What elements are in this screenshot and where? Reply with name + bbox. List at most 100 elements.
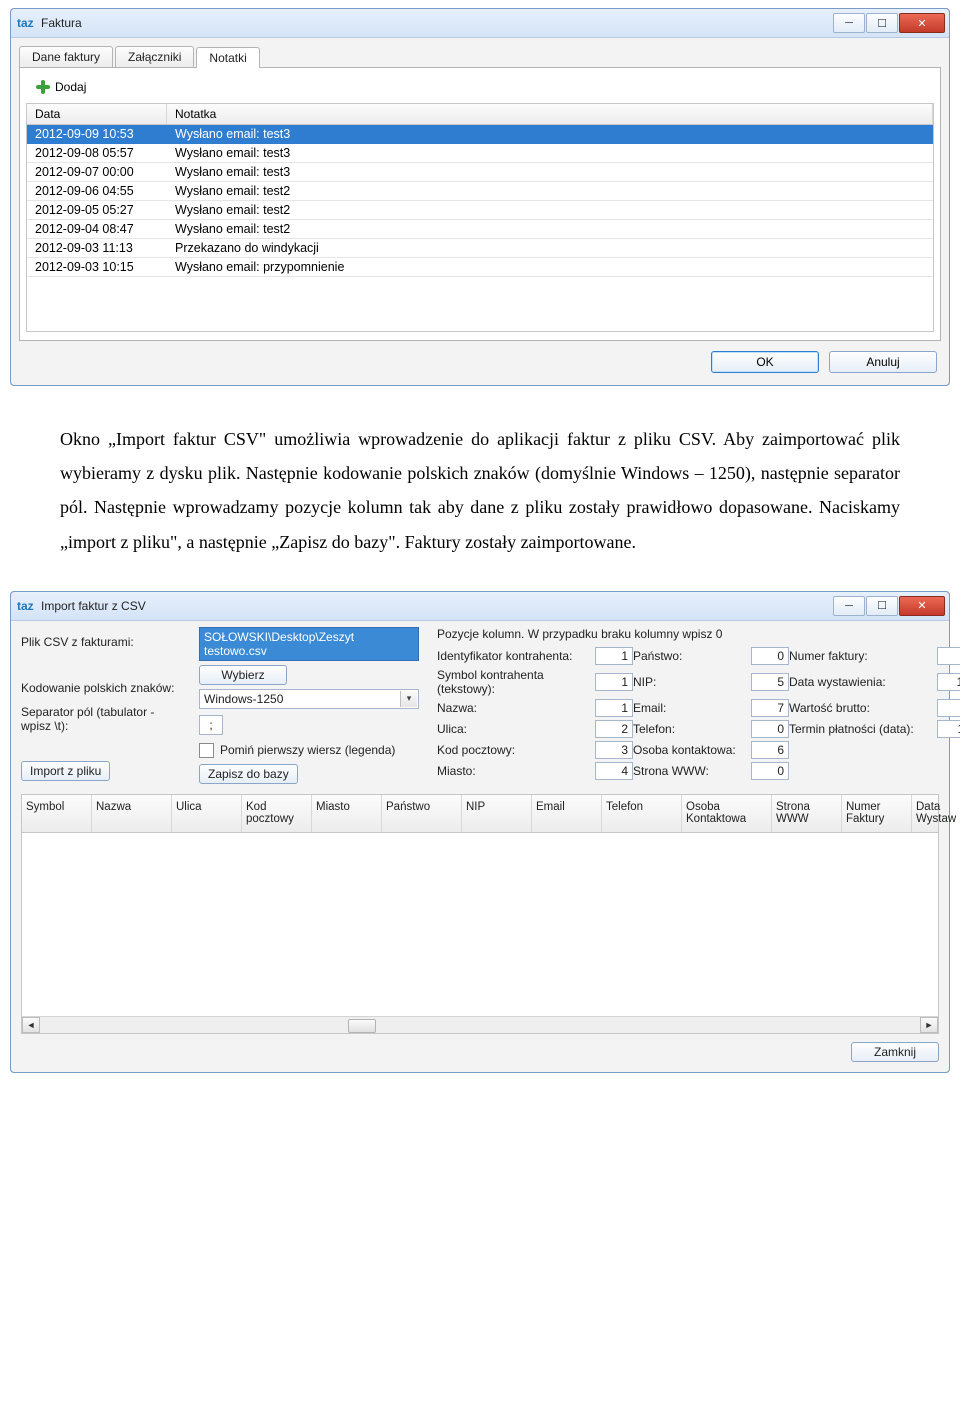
preview-col-header[interactable]: Numer Faktury [842, 795, 912, 832]
horizontal-scrollbar[interactable]: ◄ ► [22, 1016, 938, 1033]
maximize-button[interactable]: ☐ [866, 13, 898, 33]
tab-zalaczniki[interactable]: Załączniki [115, 46, 194, 67]
cell-note: Wysłano email: test3 [167, 144, 933, 162]
table-row[interactable]: 2012-09-05 05:27Wysłano email: test2 [27, 201, 933, 220]
tab-bar: Dane faktury Załączniki Notatki [19, 46, 941, 67]
table-row[interactable]: 2012-09-04 08:47Wysłano email: test2 [27, 220, 933, 239]
table-row[interactable]: 2012-09-03 10:15Wysłano email: przypomni… [27, 258, 933, 277]
scroll-left-button[interactable]: ◄ [22, 1017, 40, 1033]
cell-note: Wysłano email: test2 [167, 220, 933, 238]
cell-note: Wysłano email: test2 [167, 182, 933, 200]
preview-col-header[interactable]: Osoba Kontaktowa [682, 795, 772, 832]
scroll-thumb[interactable] [348, 1019, 376, 1033]
preview-col-header[interactable]: Miasto [312, 795, 382, 832]
separator-label: Separator pól (tabulator - wpisz \t): [21, 705, 181, 733]
cell-date: 2012-09-06 04:55 [27, 182, 167, 200]
col-header-date[interactable]: Data [27, 104, 167, 124]
cell-note: Wysłano email: test3 [167, 125, 933, 143]
preview-col-header[interactable]: Nazwa [92, 795, 172, 832]
preview-col-header[interactable]: NIP [462, 795, 532, 832]
position-label: Data wystawienia: [789, 675, 929, 689]
position-label: Termin płatności (data): [789, 722, 929, 736]
preview-col-header[interactable]: Kod pocztowy [242, 795, 312, 832]
import-titlebar[interactable]: taz Import faktur z CSV ─ ☐ ✕ [11, 592, 949, 621]
choose-file-button[interactable]: Wybierz [199, 665, 287, 685]
minimize-icon: ─ [845, 17, 853, 29]
close-icon: ✕ [917, 17, 926, 30]
cell-note: Wysłano email: przypomnienie [167, 258, 933, 276]
file-label: Plik CSV z fakturami: [21, 635, 181, 649]
minimize-button[interactable]: ─ [833, 13, 865, 33]
position-label: Telefon: [633, 722, 743, 736]
scroll-right-button[interactable]: ► [920, 1017, 938, 1033]
table-row[interactable]: 2012-09-06 04:55Wysłano email: test2 [27, 182, 933, 201]
table-row[interactable]: 2012-09-08 05:57Wysłano email: test3 [27, 144, 933, 163]
maximize-icon: ☐ [877, 599, 887, 612]
chevron-down-icon[interactable]: ▾ [400, 691, 417, 707]
position-input[interactable]: 2 [595, 720, 633, 738]
add-note-button[interactable]: Dodaj [28, 76, 93, 98]
position-input[interactable]: 0 [751, 762, 789, 780]
save-to-db-button[interactable]: Zapisz do bazy [199, 764, 298, 784]
position-input[interactable]: 1 [595, 647, 633, 665]
preview-col-header[interactable]: Telefon [602, 795, 682, 832]
import-window-title: Import faktur z CSV [41, 599, 146, 613]
position-input[interactable]: 3 [595, 741, 633, 759]
position-input[interactable]: 7 [751, 699, 789, 717]
plus-icon [35, 79, 51, 95]
preview-col-header[interactable]: Państwo [382, 795, 462, 832]
table-row[interactable]: 2012-09-03 11:13Przekazano do windykacji [27, 239, 933, 258]
position-label: Osoba kontaktowa: [633, 743, 743, 757]
import-from-file-button[interactable]: Import z pliku [21, 761, 110, 781]
minimize-button[interactable]: ─ [833, 596, 865, 616]
cell-note: Wysłano email: test2 [167, 201, 933, 219]
preview-table-body[interactable]: ◄ ► [21, 833, 939, 1034]
maximize-button[interactable]: ☐ [866, 596, 898, 616]
position-input[interactable]: 0 [751, 647, 789, 665]
position-label: Wartość brutto: [789, 701, 929, 715]
position-input[interactable]: 5 [751, 673, 789, 691]
position-label: Nazwa: [437, 701, 587, 715]
position-input[interactable]: 1 [595, 673, 633, 691]
add-note-label: Dodaj [55, 80, 86, 94]
close-icon: ✕ [917, 599, 926, 612]
close-window-button[interactable]: Zamknij [851, 1042, 939, 1062]
ok-button[interactable]: OK [711, 351, 819, 373]
titlebar[interactable]: taz Faktura ─ ☐ ✕ [11, 9, 949, 38]
table-row[interactable]: 2012-09-07 00:00Wysłano email: test3 [27, 163, 933, 182]
preview-col-header[interactable]: Symbol [22, 795, 92, 832]
file-path-input[interactable]: SOŁOWSKI\Desktop\Zeszyt testowo.csv [199, 627, 419, 661]
position-label: Państwo: [633, 649, 743, 663]
tab-dane-faktury[interactable]: Dane faktury [19, 46, 113, 67]
position-input[interactable]: 0 [751, 720, 789, 738]
preview-col-header[interactable]: Ulica [172, 795, 242, 832]
position-input[interactable]: 8 [937, 647, 960, 665]
table-row[interactable]: 2012-09-09 10:53Wysłano email: test3 [27, 125, 933, 144]
position-label: Identyfikator kontrahenta: [437, 649, 587, 663]
preview-col-header[interactable]: Email [532, 795, 602, 832]
position-input[interactable]: 4 [595, 762, 633, 780]
close-button[interactable]: ✕ [899, 13, 945, 33]
cell-date: 2012-09-04 08:47 [27, 220, 167, 238]
scroll-track[interactable] [40, 1018, 920, 1032]
cell-date: 2012-09-05 05:27 [27, 201, 167, 219]
minimize-icon: ─ [845, 600, 853, 612]
cancel-button[interactable]: Anuluj [829, 351, 937, 373]
position-input[interactable]: 9 [937, 699, 960, 717]
cell-date: 2012-09-07 00:00 [27, 163, 167, 181]
notes-table[interactable]: Data Notatka 2012-09-09 10:53Wysłano ema… [26, 103, 934, 332]
position-input[interactable]: 10 [937, 673, 960, 691]
position-input[interactable]: 11 [937, 720, 960, 738]
position-input[interactable]: 6 [751, 741, 789, 759]
close-button[interactable]: ✕ [899, 596, 945, 616]
encoding-select[interactable]: Windows-1250 [199, 689, 419, 709]
faktura-window: taz Faktura ─ ☐ ✕ Dane faktury Załącznik… [10, 8, 950, 386]
position-input[interactable]: 1 [595, 699, 633, 717]
tab-notatki[interactable]: Notatki [196, 47, 259, 68]
position-label: Ulica: [437, 722, 587, 736]
skip-first-row-checkbox[interactable] [199, 743, 214, 758]
preview-col-header[interactable]: Strona WWW [772, 795, 842, 832]
col-header-note[interactable]: Notatka [167, 104, 933, 124]
preview-col-header[interactable]: Data Wystaw [912, 795, 960, 832]
separator-input[interactable]: ; [199, 715, 223, 735]
